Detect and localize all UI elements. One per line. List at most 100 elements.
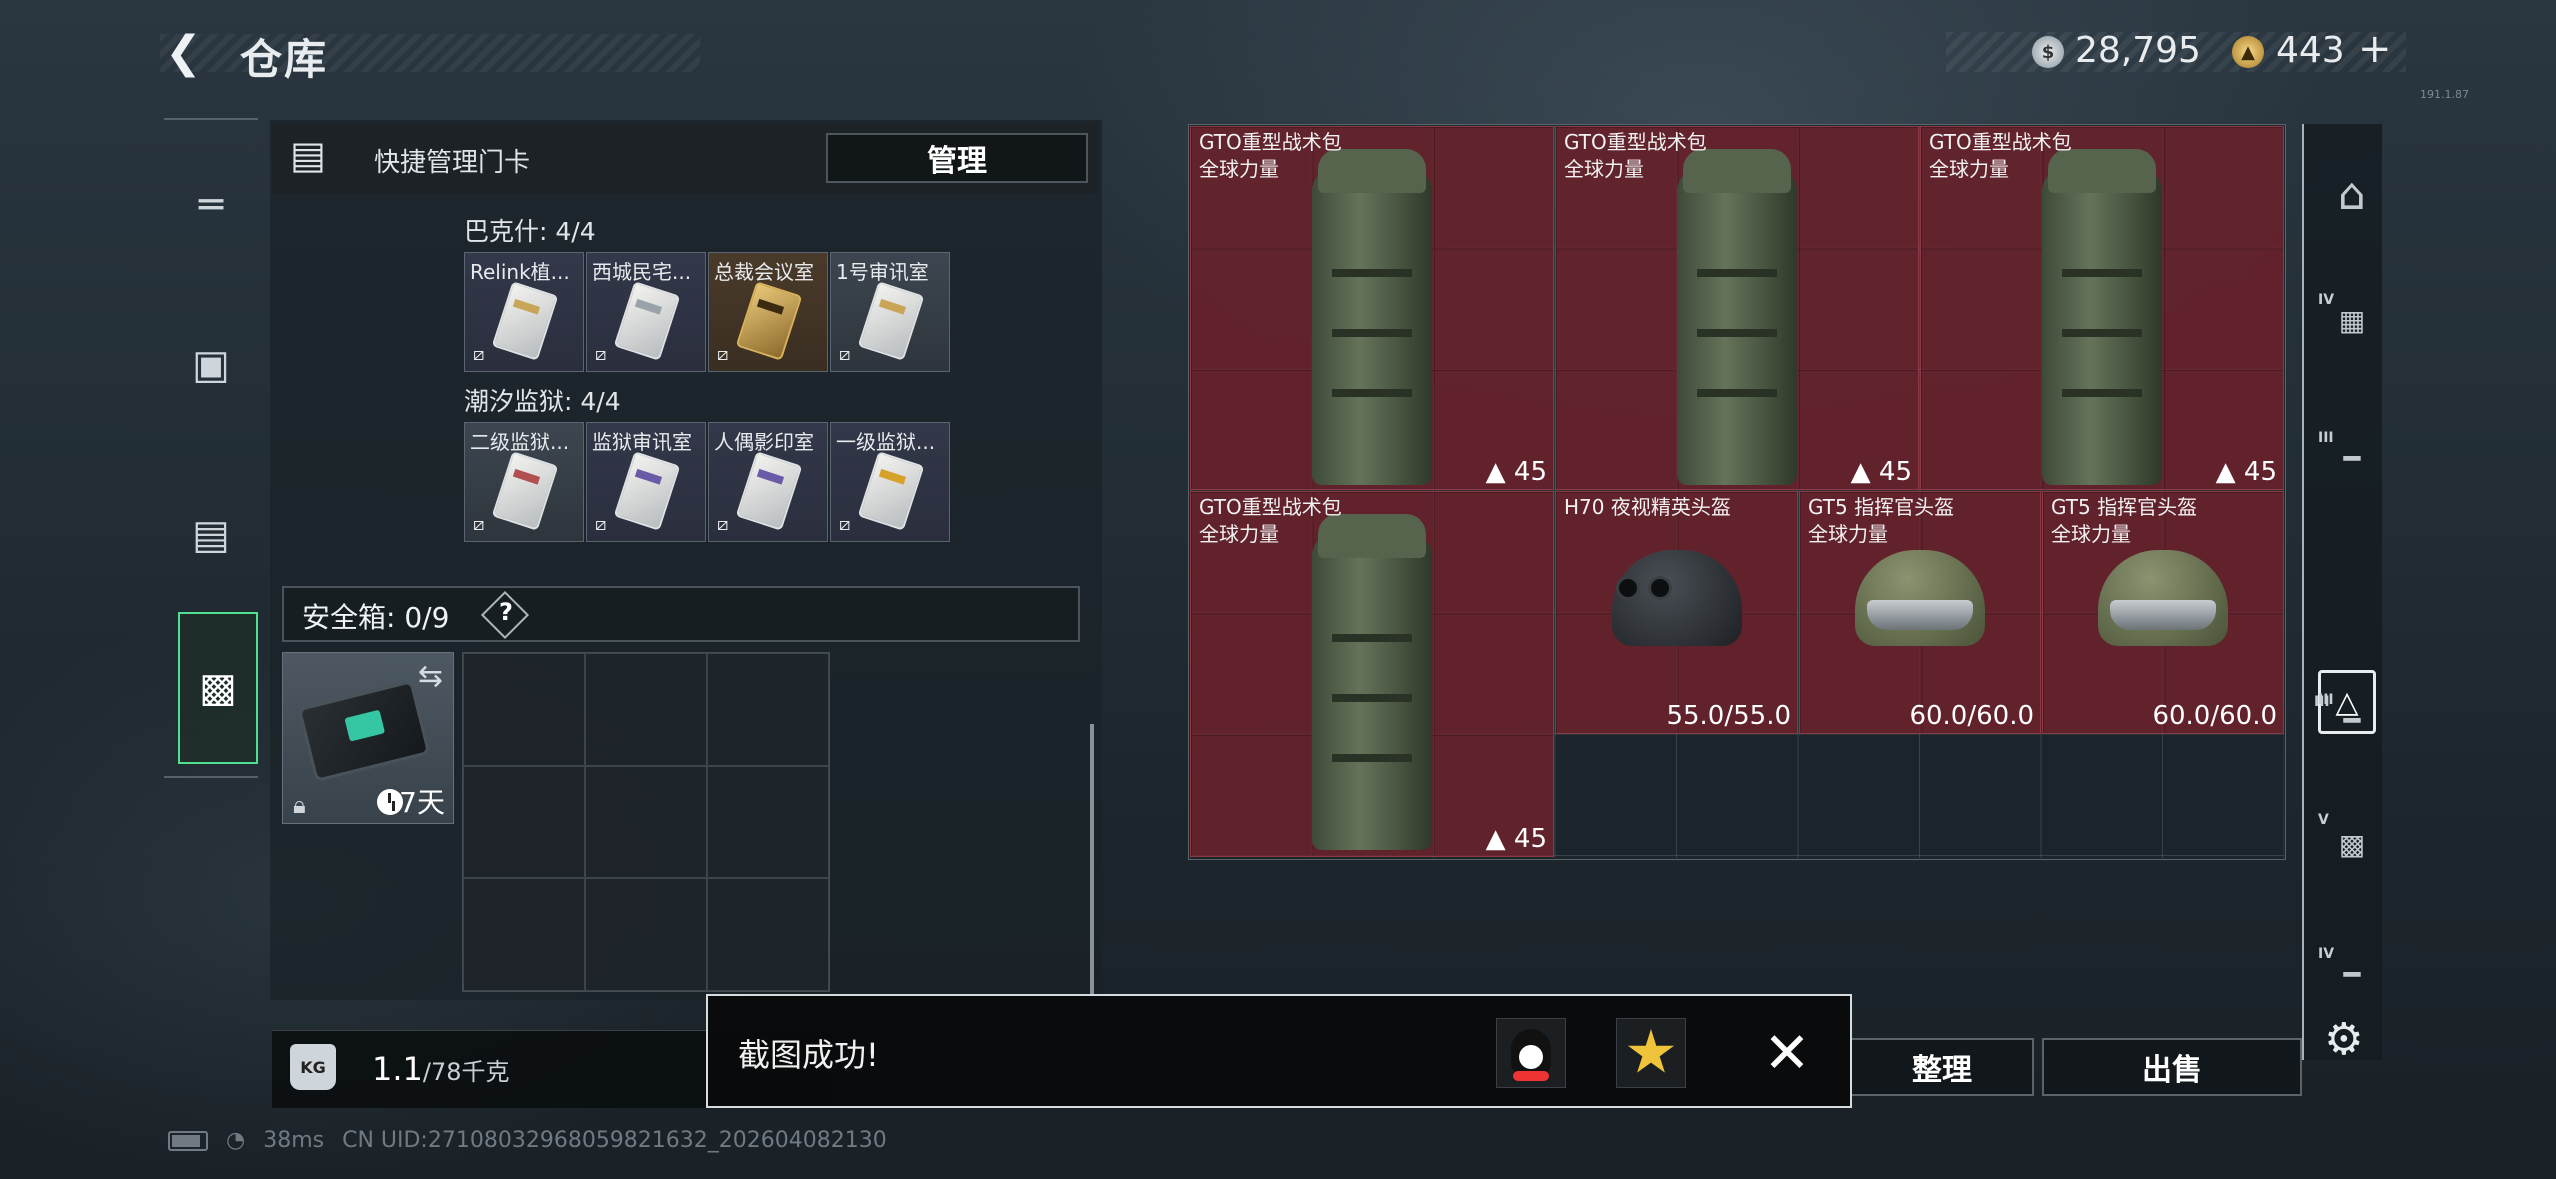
keycard-icon — [491, 451, 559, 531]
safebox-container[interactable]: ⇆ 🔒︎ 7天 — [282, 652, 454, 824]
card-name: 总裁会议室 — [714, 260, 814, 284]
warehouse-grid[interactable]: GTO重型战术包 全球力量 ▲ 45 GTO重型战术包 全球力量 ▲ 45 GT… — [1190, 126, 2284, 858]
safebox-slot[interactable] — [463, 653, 585, 766]
backpack-icon — [1308, 149, 1436, 485]
toast-message: 截图成功! — [738, 1036, 879, 1074]
silver-currency-amount: 28,795 — [2075, 30, 2201, 71]
item-durability: 60.0/60.0 — [1909, 701, 2034, 731]
toolbox-icon[interactable]: ▩ — [178, 612, 258, 764]
version-label: 191.1.87 — [2420, 88, 2469, 101]
key-card[interactable]: 监狱审讯室 ⧄ — [586, 422, 706, 542]
key-card[interactable]: 西城民宅... ⧄ — [586, 252, 706, 372]
safebox-slot[interactable] — [707, 878, 829, 991]
vest-icon[interactable]: ▩ — [2322, 814, 2382, 874]
inventory-item[interactable]: GTO重型战术包 全球力量 ▲ 45 — [1920, 126, 2284, 490]
commander-helmet-icon — [1845, 536, 1995, 656]
item-name: GTO重型战术包 — [1929, 130, 2072, 154]
card-group-title: 潮汐监狱: 4/4 — [464, 387, 621, 416]
card-name: 1号审讯室 — [836, 260, 929, 284]
card-name: Relink植... — [470, 260, 570, 284]
safebox-slot[interactable] — [585, 653, 707, 766]
left-panel-scrollbar[interactable] — [1090, 724, 1094, 994]
keycard-icon — [735, 451, 803, 531]
storage-tab-rail: ⌂ IV ▦ III ━ △ III III ━ V ▩ IV ━ ⚙ — [2302, 124, 2382, 1065]
armor-vest-icon[interactable]: ▣ — [176, 330, 246, 400]
help-icon[interactable]: ? — [496, 598, 516, 626]
item-subtitle: 全球力量 — [2051, 522, 2131, 546]
rifle-icon[interactable]: ━ — [2322, 690, 2382, 750]
capacity-value: 45 — [1878, 457, 1912, 487]
card-name: 一级监狱... — [836, 430, 936, 454]
unbound-icon: ⧄ — [839, 514, 851, 535]
sell-button[interactable]: 出售 — [2042, 1038, 2302, 1096]
keycard-icon — [491, 281, 559, 361]
rifle-icon[interactable]: ━ — [2322, 944, 2382, 1004]
backpack-icon — [1673, 149, 1801, 485]
keycard-icon — [735, 281, 803, 361]
item-subtitle: 全球力量 — [1199, 157, 1279, 181]
item-subtitle: 全球力量 — [1808, 522, 1888, 546]
item-name: GT5 指挥官头盔 — [1808, 495, 1955, 519]
back-arrow-icon[interactable]: ❮ — [165, 28, 215, 78]
item-subtitle: 全球力量 — [1929, 157, 2009, 181]
unbound-icon: ⧄ — [473, 344, 485, 365]
card-group-grid: 二级监狱... ⧄ 监狱审讯室 ⧄ 人偶影印室 ⧄ 一级监狱... ⧄ — [464, 422, 950, 542]
item-capacity: ▲ 45 — [1850, 457, 1912, 487]
weight-max: /78千克 — [422, 1058, 510, 1086]
item-capacity: ▲ 45 — [1485, 457, 1547, 487]
uid-label: CN UID:271080329680598216​32_20260408213… — [342, 1128, 887, 1153]
key-card[interactable]: 人偶影印室 ⧄ — [708, 422, 828, 542]
item-name: GTO重型战术包 — [1199, 495, 1342, 519]
ping-value: 38ms — [263, 1128, 325, 1153]
capacity-value: 45 — [1513, 457, 1547, 487]
swap-icon[interactable]: ⇆ — [418, 659, 443, 694]
safebox-slot[interactable] — [463, 878, 585, 991]
close-icon[interactable]: ✕ — [1752, 1018, 1822, 1088]
helmet-icon[interactable]: ⌂ — [2322, 164, 2382, 224]
sort-button[interactable]: 整理 — [1850, 1038, 2034, 1096]
settings-gear-icon[interactable]: ⚙ — [2324, 1014, 2363, 1065]
safebox-slot[interactable] — [585, 765, 707, 879]
silver-coin-icon: $ — [2032, 36, 2064, 68]
key-card[interactable]: Relink植... ⧄ — [464, 252, 584, 372]
inventory-item[interactable]: GTO重型战术包 全球力量 ▲ 45 — [1190, 491, 1554, 857]
commander-helmet-icon — [2088, 536, 2238, 656]
share-qq-button[interactable] — [1496, 1018, 1566, 1088]
inventory-item[interactable]: H70 夜视精英头盔 55.0/55.0 — [1555, 491, 1798, 734]
safebox-slot[interactable] — [463, 765, 585, 879]
gold-coin-icon: ▲ — [2232, 36, 2264, 68]
key-card[interactable]: 二级监狱... ⧄ — [464, 422, 584, 542]
inventory-item[interactable]: GT5 指挥官头盔 全球力量 60.0/60.0 — [1799, 491, 2041, 734]
armor-icon[interactable]: ▦ — [2322, 290, 2382, 350]
inventory-item[interactable]: GTO重型战术包 全球力量 ▲ 45 — [1555, 126, 1919, 490]
card-group-title: 巴克什: 4/4 — [464, 217, 596, 246]
card-name: 监狱审讯室 — [592, 430, 692, 454]
item-name: GT5 指挥官头盔 — [2051, 495, 2198, 519]
key-card[interactable]: 1号审讯室 ⧄ — [830, 252, 950, 372]
item-subtitle: 全球力量 — [1199, 522, 1279, 546]
safebox-slot[interactable] — [707, 765, 829, 879]
battery-icon — [168, 1130, 208, 1151]
inventory-item[interactable]: GTO重型战术包 全球力量 ▲ 45 — [1190, 126, 1554, 490]
key-card[interactable]: 一级监狱... ⧄ — [830, 422, 950, 542]
wifi-icon: ◔ — [226, 1128, 246, 1153]
card-name: 西城民宅... — [592, 260, 692, 284]
share-qzone-button[interactable] — [1616, 1018, 1686, 1088]
key-card[interactable]: 总裁会议室 ⧄ — [708, 252, 828, 372]
backpack-icon[interactable]: ▤ — [176, 500, 246, 570]
inventory-item[interactable]: GT5 指挥官头盔 全球力量 60.0/60.0 — [2042, 491, 2284, 734]
unbound-icon: ⧄ — [473, 514, 485, 535]
rifle-icon[interactable]: ━ — [2322, 428, 2382, 488]
add-currency-button[interactable]: + — [2358, 26, 2392, 72]
weight-value: 1.1/78千克 — [372, 1050, 510, 1088]
weight-current: 1.1 — [372, 1050, 423, 1088]
manage-button[interactable]: 管理 — [826, 133, 1088, 183]
safebox-slot[interactable] — [585, 878, 707, 991]
safebox-duration: 7天 — [399, 786, 445, 819]
pistol-icon[interactable]: ═ — [176, 170, 246, 240]
keycard-icon — [613, 451, 681, 531]
screenshot-toast: 截图成功! ✕ — [706, 994, 1852, 1108]
safebox-grid[interactable] — [462, 652, 830, 992]
safebox-slot[interactable] — [707, 653, 829, 766]
capacity-value: 45 — [1513, 824, 1547, 854]
